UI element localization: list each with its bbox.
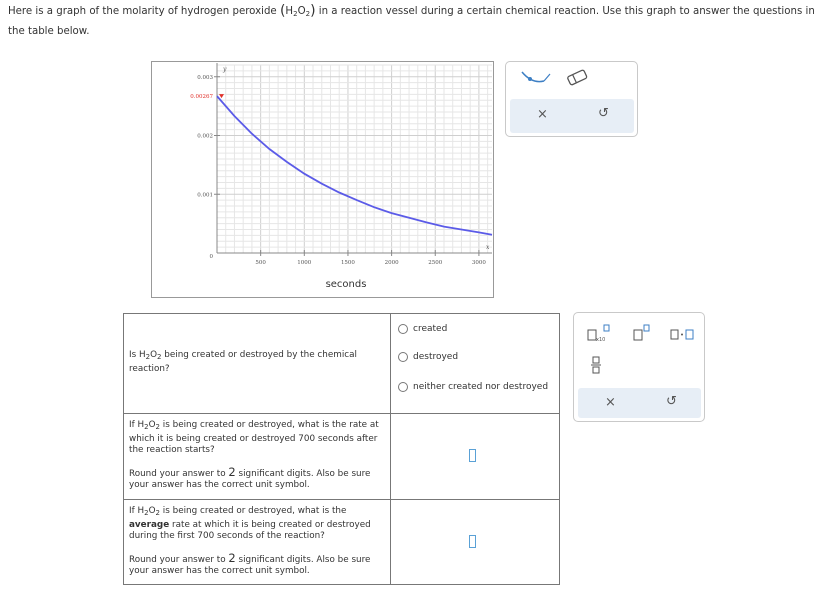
highlight-value-label: 0.00267 [190,94,213,100]
superscript-icon[interactable] [633,324,650,341]
undo-graph-button[interactable]: ↺ [598,106,609,121]
y-tick-label: 0.003 [197,75,213,81]
y-variable-label: y [222,66,227,73]
molarity-curve [216,95,493,236]
molarity-chart[interactable]: 500 1000 1500 2000 2500 3000 0.003 0.002 0.001 0 0… [152,62,495,299]
x-tick-label: 1500 [341,260,355,266]
origin-label: 0 [210,254,214,260]
option-neither[interactable]: neither created nor destroyed [398,382,548,392]
x-tick-label: 500 [255,260,266,266]
eraser-icon[interactable] [567,69,588,86]
curve-tool-icon[interactable] [521,71,551,83]
round-instruction-3: Round your answer to 2 significant digit… [129,550,371,576]
highlight-marker [219,94,224,99]
h2o2-formula: (H2O2) [279,3,316,19]
answer-input-average-rate[interactable] [469,535,476,548]
option-destroyed[interactable]: destroyed [398,352,458,362]
radio-destroyed[interactable] [398,352,408,362]
graph-palette-actions: × ↺ [510,99,634,133]
row-divider [124,499,559,500]
round-instruction-2: Round your answer to 2 significant digit… [129,464,371,490]
y-tick-label: 0.001 [197,192,213,198]
question-3: If H2O2 is being created or destroyed, w… [129,506,387,578]
fraction-icon[interactable] [591,356,601,374]
answer-tool-icons: x10 [587,324,694,374]
row-divider [124,413,559,414]
tool-icons [521,69,588,86]
radio-created[interactable] [398,324,408,334]
x-axis-title: seconds [326,279,367,290]
undo-answer-button[interactable]: ↺ [666,394,677,409]
table-divider [390,314,391,584]
question-intro: Here is a graph of the molarity of hydro… [8,3,820,40]
x-tick-label: 3000 [472,260,486,266]
multiply-dot-icon[interactable] [670,329,694,340]
radio-neither[interactable] [398,382,408,392]
svg-text:x10: x10 [596,337,605,343]
option-created[interactable]: created [398,324,447,334]
answer-palette-actions: × ↺ [578,388,701,418]
question-1: Is H2O2 being created or destroyed by th… [129,350,357,374]
intro-text-1: Here is a graph of the molarity of hydro… [8,6,277,17]
x-tick-label: 2000 [385,260,399,266]
question-2: If H2O2 is being created or destroyed, w… [129,420,387,492]
x-tick-label: 2500 [428,260,442,266]
x-tick-label: 1000 [297,260,311,266]
x10-superscript-icon[interactable]: x10 [587,324,610,343]
clear-answer-button[interactable]: × [605,395,616,410]
graph-tool-palette: × ↺ [505,61,638,137]
answer-tool-palette: x10 × ↺ [573,312,705,422]
clear-graph-button[interactable]: × [537,107,548,122]
answer-input-rate[interactable] [469,449,476,462]
graph-panel[interactable]: 500 1000 1500 2000 2500 3000 0.003 0.002 0.001 0 0… [151,61,494,298]
y-tick-label: 0.002 [197,134,213,140]
question-table: Is H2O2 being created or destroyed by th… [123,313,560,585]
